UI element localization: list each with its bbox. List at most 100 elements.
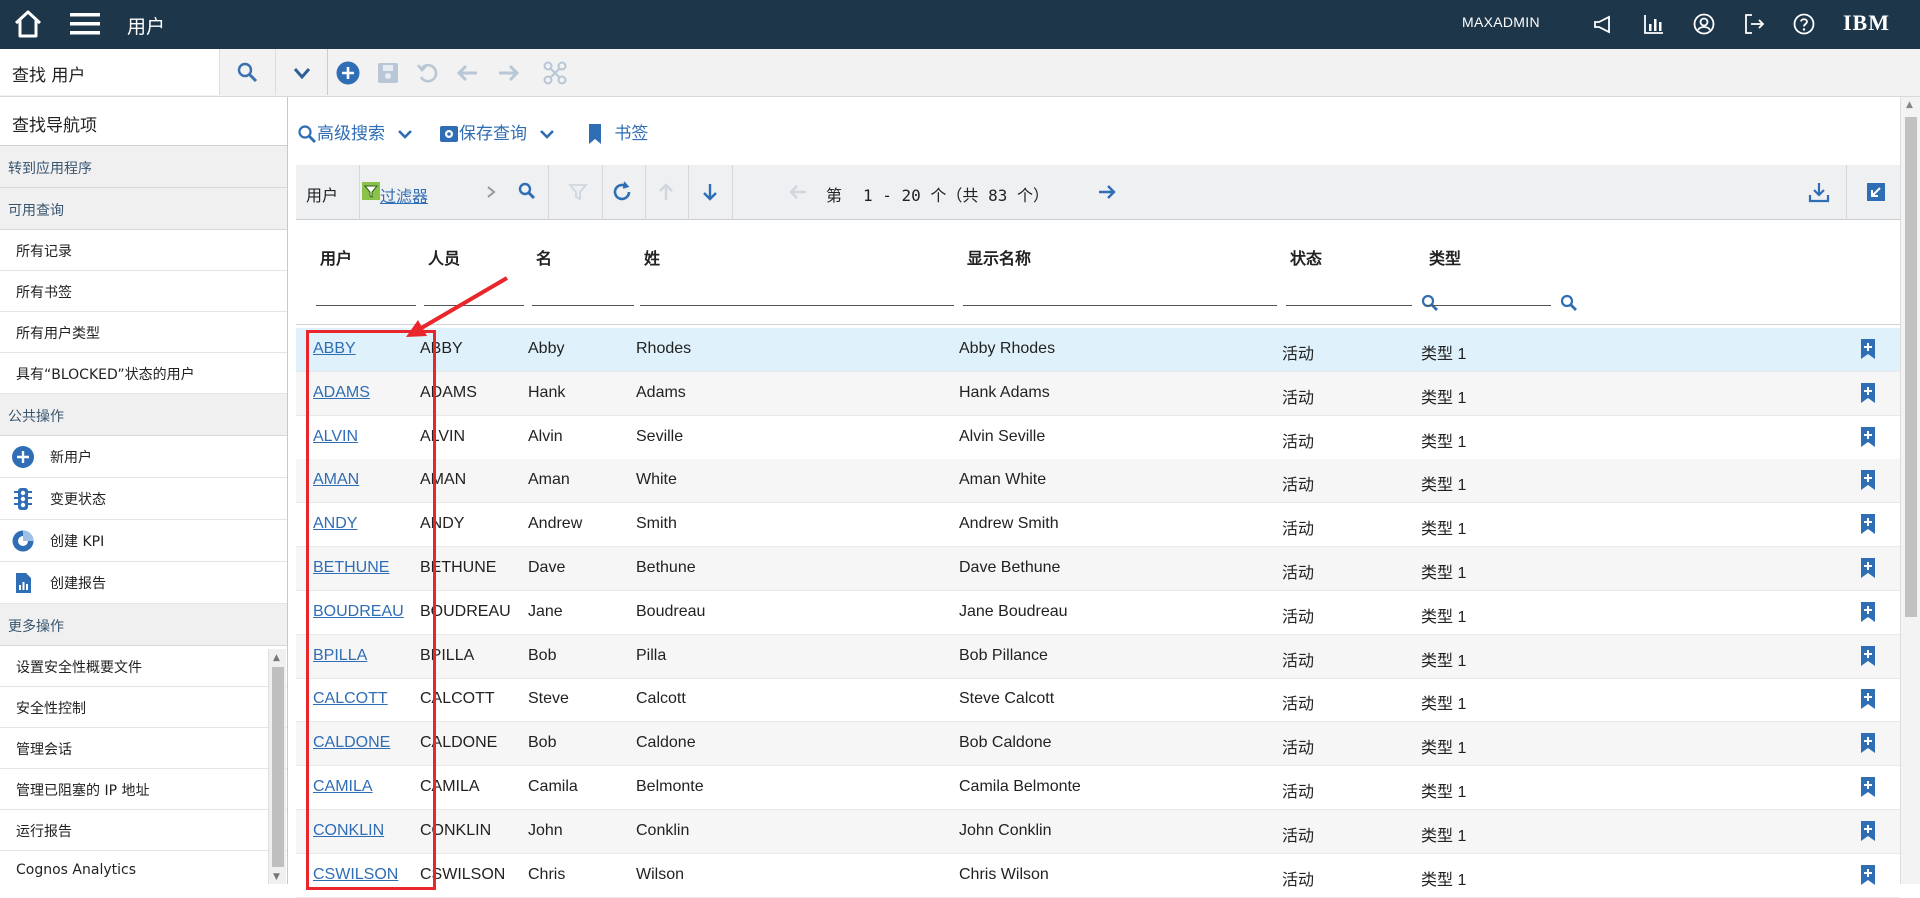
- table-row[interactable]: CALCOTT CALCOTT Steve Calcott Steve Calcott 活…: [296, 678, 1900, 723]
- scrollbar-thumb[interactable]: [1905, 117, 1917, 617]
- action-create-kpi[interactable]: 创建 KPI: [0, 520, 287, 562]
- search-icon[interactable]: [516, 180, 540, 204]
- filter-input-last-name[interactable]: [640, 305, 954, 306]
- add-bookmark-icon[interactable]: [1860, 557, 1876, 579]
- query-blocked-users[interactable]: 具有“BLOCKED”状态的用户: [0, 353, 287, 394]
- table-row[interactable]: CAMILA CAMILA Camila Belmonte Camila Belmont…: [296, 766, 1900, 810]
- table-row[interactable]: BPILLA BPILLA Bob Pilla Bob Pillance 活动 类型 1: [296, 634, 1900, 679]
- help-icon[interactable]: [1792, 12, 1816, 36]
- scroll-down-arrow-icon[interactable]: ▼: [273, 872, 280, 882]
- filter-input-display-name[interactable]: [963, 305, 1277, 306]
- user-profile-icon[interactable]: [1692, 12, 1716, 36]
- add-bookmark-icon[interactable]: [1860, 820, 1876, 842]
- hamburger-menu-icon[interactable]: [70, 10, 100, 38]
- action-create-report[interactable]: 创建报告: [0, 562, 287, 604]
- chevron-down-icon: [293, 68, 311, 80]
- action-security-profile[interactable]: 设置安全性概要文件: [0, 646, 287, 687]
- action-new-user[interactable]: 新用户: [0, 436, 287, 478]
- action-manage-blocked-ip[interactable]: 管理已阻塞的 IP 地址: [0, 769, 287, 810]
- sort-down-icon[interactable]: [698, 180, 722, 204]
- refresh-icon[interactable]: [610, 180, 634, 204]
- add-bookmark-icon[interactable]: [1860, 469, 1876, 491]
- sort-up-icon[interactable]: [654, 180, 678, 204]
- filter-toggle-icon[interactable]: [361, 181, 381, 201]
- action-manage-sessions[interactable]: 管理会话: [0, 728, 287, 769]
- type-filter-search-icon[interactable]: [1559, 293, 1579, 313]
- table-row[interactable]: ADAMS ADAMS Hank Adams Hank Adams 活动 类型 1: [296, 371, 1900, 416]
- action-change-status[interactable]: 变更状态: [0, 478, 287, 520]
- current-user[interactable]: MAXADMIN: [1462, 14, 1540, 30]
- find-users-field[interactable]: 查找 用户: [0, 49, 220, 95]
- action-cognos-analytics[interactable]: Cognos Analytics: [0, 851, 287, 884]
- home-icon[interactable]: [12, 8, 44, 40]
- save-query-button[interactable]: 保存查询: [439, 119, 556, 144]
- bookmarks-button[interactable]: 书签: [587, 119, 648, 145]
- filter-input-user[interactable]: [316, 305, 416, 306]
- query-all-records[interactable]: 所有记录: [0, 230, 287, 271]
- column-header-type[interactable]: 类型: [1429, 245, 1461, 269]
- action-run-reports[interactable]: 运行报告: [0, 810, 287, 851]
- add-bookmark-icon[interactable]: [1860, 513, 1876, 535]
- add-bookmark-icon[interactable]: [1860, 382, 1876, 404]
- query-all-user-types[interactable]: 所有用户类型: [0, 312, 287, 353]
- reports-chart-icon[interactable]: [1642, 12, 1666, 36]
- column-header-first-name[interactable]: 名: [536, 245, 552, 269]
- sidebar-section-goto[interactable]: 转到应用程序: [0, 146, 287, 188]
- next-page-icon[interactable]: [1095, 180, 1119, 204]
- table-row[interactable]: CSWILSON CSWILSON Chris Wilson Chris Wilson 活…: [296, 854, 1900, 898]
- cell-first: Camila: [528, 778, 578, 795]
- new-record-icon[interactable]: [335, 60, 361, 86]
- filter-input-person[interactable]: [424, 305, 524, 306]
- find-options-dropdown[interactable]: [278, 49, 328, 95]
- megaphone-icon[interactable]: [1592, 12, 1616, 36]
- previous-record-icon[interactable]: [455, 60, 481, 86]
- find-search-button[interactable]: [222, 49, 276, 95]
- main-scrollbar[interactable]: ▲: [1900, 97, 1920, 884]
- add-bookmark-icon[interactable]: [1860, 864, 1876, 886]
- scroll-up-arrow-icon[interactable]: ▲: [1906, 100, 1913, 110]
- cell-first: Jane: [528, 602, 563, 620]
- table-row[interactable]: BETHUNE BETHUNE Dave Bethune Dave Bethune 活动类…: [296, 547, 1900, 591]
- add-bookmark-icon[interactable]: [1860, 776, 1876, 798]
- logout-icon[interactable]: [1742, 12, 1766, 36]
- table-row[interactable]: CALDONE CALDONE Bob Caldone Bob Caldone 活动 类型 …: [296, 722, 1900, 767]
- add-bookmark-icon[interactable]: [1860, 601, 1876, 623]
- column-header-person[interactable]: 人员: [428, 245, 460, 269]
- scroll-up-arrow-icon[interactable]: ▲: [273, 653, 280, 663]
- workflow-icon[interactable]: [542, 60, 568, 86]
- sidebar-scrollbar[interactable]: ▲ ▼: [268, 649, 286, 884]
- add-bookmark-icon[interactable]: [1860, 338, 1876, 360]
- table-row[interactable]: AMAN AMAN Aman White Aman White 活动 类型 1: [296, 459, 1900, 504]
- cell-display: Alvin Seville: [959, 427, 1046, 445]
- save-icon[interactable]: [375, 60, 401, 86]
- divider: [602, 165, 603, 220]
- table-row[interactable]: ANDY ANDY Andrew Smith Andrew Smith 活动 类型 1: [296, 503, 1900, 548]
- filter-input-first-name[interactable]: [532, 305, 634, 306]
- column-header-status[interactable]: 状态: [1290, 245, 1322, 269]
- column-header-user[interactable]: 用户: [320, 245, 352, 269]
- collapse-table-icon[interactable]: [1864, 180, 1888, 204]
- add-bookmark-icon[interactable]: [1860, 732, 1876, 754]
- table-row[interactable]: BOUDREAU BOUDREAU Jane Boudreau Jane Boudrea…: [296, 591, 1900, 635]
- add-bookmark-icon[interactable]: [1860, 688, 1876, 710]
- add-bookmark-icon[interactable]: [1860, 426, 1876, 448]
- undo-icon[interactable]: [415, 60, 441, 86]
- filter-link[interactable]: 过滤器: [380, 183, 428, 207]
- action-security-controls[interactable]: 安全性控制: [0, 687, 287, 728]
- download-icon[interactable]: [1807, 180, 1831, 204]
- table-row[interactable]: ALVIN ALVIN Alvin Seville Alvin Seville 活动 类型 …: [296, 416, 1900, 460]
- query-all-bookmarks[interactable]: 所有书签: [0, 271, 287, 312]
- column-header-last-name[interactable]: 姓: [644, 245, 660, 269]
- table-row[interactable]: CONKLIN CONKLIN John Conklin John Conklin 活动类…: [296, 809, 1900, 854]
- column-header-display-name[interactable]: 显示名称: [967, 245, 1031, 269]
- previous-page-icon[interactable]: [786, 180, 810, 204]
- clear-filter-icon[interactable]: [566, 180, 590, 204]
- filter-input-status[interactable]: [1286, 305, 1412, 306]
- advanced-search-button[interactable]: 高级搜索: [297, 119, 414, 144]
- scrollbar-thumb[interactable]: [272, 667, 284, 867]
- status-filter-search-icon[interactable]: [1420, 293, 1440, 313]
- next-record-icon[interactable]: [495, 60, 521, 86]
- add-bookmark-icon[interactable]: [1860, 645, 1876, 667]
- filter-input-type[interactable]: [1425, 305, 1551, 306]
- table-row[interactable]: ABBY ABBY Abby Rhodes Abby Rhodes 活动 类型 1: [296, 328, 1900, 372]
